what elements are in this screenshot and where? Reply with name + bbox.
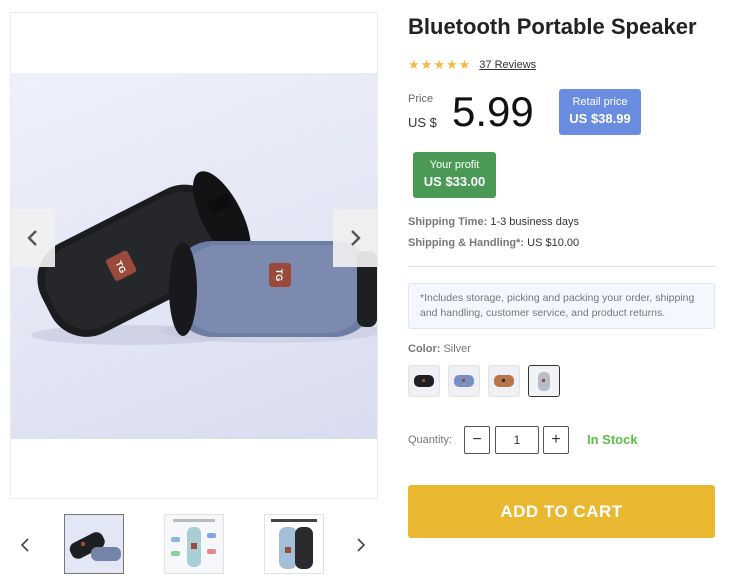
thumbnail-next-button[interactable] <box>354 535 368 555</box>
shipping-time-value: 1-3 business days <box>490 216 579 228</box>
add-to-cart-button[interactable]: ADD TO CART <box>408 485 715 538</box>
color-selection-label: Color: Silver <box>408 343 471 355</box>
stock-status: In Stock <box>587 432 638 447</box>
shipping-handling-label: Shipping & Handling*: <box>408 237 525 249</box>
thumbnail-2[interactable] <box>164 514 224 574</box>
swatch-image <box>449 366 479 396</box>
star-icon: ★ <box>433 57 445 72</box>
color-swatch-brown[interactable] <box>488 365 520 397</box>
retail-price-badge: Retail price US $38.99 <box>559 89 641 135</box>
swatch-image <box>489 366 519 396</box>
shipping-time: Shipping Time: 1-3 business days <box>408 216 579 228</box>
shipping-time-label: Shipping Time: <box>408 216 488 228</box>
color-swatch-black[interactable] <box>408 365 440 397</box>
thumbnail-prev-button[interactable] <box>18 535 32 555</box>
shipping-handling-value: US $10.00 <box>527 237 580 249</box>
color-label: Color: <box>408 343 441 355</box>
thumbnail-strip <box>10 508 378 578</box>
profit-badge: Your profit US $33.00 <box>413 152 496 198</box>
quantity-label: Quantity: <box>408 434 453 446</box>
gallery-prev-button[interactable] <box>11 209 55 267</box>
thumbnail-1[interactable] <box>64 514 124 574</box>
svg-text:TG: TG <box>274 269 284 282</box>
star-rating: ★ ★ ★ ★ ★ <box>408 58 470 71</box>
quantity-decrease-button[interactable]: − <box>464 426 490 454</box>
color-swatches <box>408 365 560 397</box>
retail-price-label: Retail price <box>572 96 628 108</box>
product-rating: ★ ★ ★ ★ ★ 37 Reviews <box>408 58 536 71</box>
retail-price-value: US $38.99 <box>569 111 631 126</box>
price-currency: US $ <box>408 115 437 130</box>
color-selected-value: Silver <box>443 343 471 355</box>
star-icon: ★ <box>420 57 433 72</box>
reviews-link[interactable]: 37 Reviews <box>479 59 536 71</box>
chevron-right-icon <box>351 230 361 246</box>
product-gallery: TG TG <box>10 12 378 499</box>
speaker-photo: TG TG <box>31 171 377 345</box>
product-title: Bluetooth Portable Speaker <box>408 14 697 39</box>
color-swatch-silver[interactable] <box>528 365 560 397</box>
thumbnail-image <box>265 515 323 573</box>
quantity-input[interactable] <box>495 426 539 454</box>
profit-label: Your profit <box>429 159 480 171</box>
color-swatch-blue[interactable] <box>448 365 480 397</box>
gallery-next-button[interactable] <box>333 209 377 267</box>
chevron-left-icon <box>27 230 37 246</box>
section-divider <box>408 266 715 267</box>
star-icon: ★ <box>408 57 420 72</box>
profit-value: US $33.00 <box>423 174 486 189</box>
shipping-note: *Includes storage, picking and packing y… <box>408 283 715 329</box>
shipping-handling: Shipping & Handling*: US $10.00 <box>408 237 579 249</box>
quantity-increase-button[interactable]: + <box>543 426 569 454</box>
thumbnail-image <box>165 515 223 573</box>
star-icon: ★ <box>458 57 471 72</box>
chevron-left-icon <box>20 538 29 552</box>
star-icon: ★ <box>445 57 458 72</box>
thumbnail-image <box>65 515 123 573</box>
main-product-image[interactable]: TG TG <box>11 73 377 439</box>
swatch-image <box>409 366 439 396</box>
chevron-right-icon <box>357 538 366 552</box>
price-value: 5.99 <box>452 88 534 135</box>
swatch-image <box>529 366 559 396</box>
thumbnail-3[interactable] <box>264 514 324 574</box>
price-label: Price <box>408 93 434 105</box>
